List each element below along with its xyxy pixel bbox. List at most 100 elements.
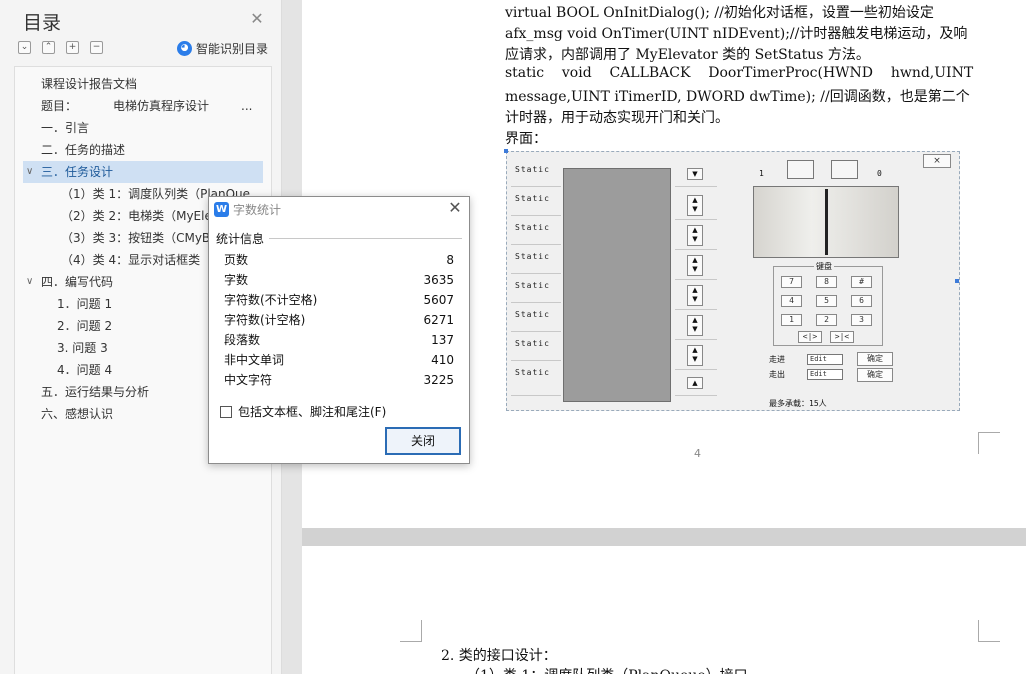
divider bbox=[511, 302, 561, 303]
divider bbox=[675, 279, 717, 280]
key-button: 1 bbox=[781, 314, 802, 326]
close-door-button: >|< bbox=[830, 331, 854, 343]
toc-item[interactable]: （3）类 3：按钮类（CMyBu bbox=[61, 227, 209, 249]
doc-text-line: 界面： bbox=[505, 131, 547, 147]
collapse-all-icon[interactable]: ⌄ bbox=[18, 41, 31, 54]
include-textboxes-option[interactable]: 包括文本框、脚注和尾注(F) bbox=[220, 403, 386, 420]
key-button: 8 bbox=[816, 276, 837, 288]
close-icon[interactable]: ✕ bbox=[249, 11, 265, 27]
expand-icon[interactable]: ⌃ bbox=[42, 41, 55, 54]
divider bbox=[675, 249, 717, 250]
key-button: 3 bbox=[851, 314, 872, 326]
stat-value: 5607 bbox=[423, 293, 454, 307]
resize-handle[interactable] bbox=[955, 279, 959, 283]
stat-value: 410 bbox=[431, 353, 454, 367]
stat-label: 字符数(不计空格) bbox=[224, 293, 318, 307]
close-icon[interactable]: ✕ bbox=[447, 199, 463, 217]
toc-item[interactable]: 3. 问题 3 bbox=[57, 337, 108, 359]
smart-toc-label: 智能识别目录 bbox=[196, 42, 269, 56]
close-button[interactable]: 关闭 bbox=[385, 427, 461, 455]
stat-label: 字符数(计空格) bbox=[224, 313, 306, 327]
divider bbox=[511, 215, 561, 216]
elevator-shaft bbox=[563, 168, 671, 402]
toc-item-label: 六、感想认识 bbox=[41, 407, 114, 421]
toc-item[interactable]: 五．运行结果与分析 bbox=[41, 381, 149, 403]
toc-item-extra: 电梯仿真程序设计 bbox=[113, 99, 210, 113]
checkbox-label: 包括文本框、脚注和尾注(F) bbox=[238, 405, 387, 419]
divider bbox=[675, 395, 717, 396]
toc-title: 目录 bbox=[23, 12, 62, 34]
toc-item-label: 4．问题 4 bbox=[57, 363, 113, 377]
smart-recognize-icon: ◕ bbox=[177, 41, 192, 56]
down-arrow-icon: ▼ bbox=[687, 168, 703, 180]
divider bbox=[511, 360, 561, 361]
toc-item[interactable]: 题目： 电梯仿真程序设计 ... bbox=[41, 95, 271, 117]
close-icon: × bbox=[923, 154, 951, 168]
toc-item[interactable]: 1．问题 1 bbox=[57, 293, 112, 315]
up-down-arrow-icon: ▲ ▼ bbox=[687, 285, 703, 306]
open-door-button: <|> bbox=[798, 331, 822, 343]
toc-item[interactable]: （2）类 2：电梯类（MyElev bbox=[61, 205, 209, 227]
more-icon[interactable]: ... bbox=[241, 95, 252, 117]
divider bbox=[511, 186, 561, 187]
up-down-arrow-icon: ▲ ▼ bbox=[687, 315, 703, 336]
static-label: Static bbox=[515, 339, 550, 348]
divider bbox=[675, 219, 717, 220]
toc-item-label: 题目： bbox=[41, 99, 78, 113]
divider bbox=[511, 395, 561, 396]
up-down-arrow-icon: ▲ ▼ bbox=[687, 255, 703, 276]
toc-item[interactable]: 二．任务的描述 bbox=[41, 139, 125, 161]
smart-toc-button[interactable]: ◕ 智能识别目录 bbox=[177, 40, 268, 57]
toc-item-label: （4）类 4：显示对话框类（C bbox=[61, 253, 209, 267]
resize-handle[interactable] bbox=[504, 149, 508, 153]
add-heading-icon[interactable]: + bbox=[66, 41, 79, 54]
stat-row: 字数 3635 bbox=[224, 270, 454, 290]
up-down-arrow-icon: ▲ ▼ bbox=[687, 345, 703, 366]
remove-heading-icon[interactable]: − bbox=[90, 41, 103, 54]
divider bbox=[511, 331, 561, 332]
toc-item-selected[interactable]: ∨ 三．任务设计 bbox=[23, 161, 263, 183]
confirm-button: 确定 bbox=[857, 368, 893, 382]
stat-value: 8 bbox=[446, 253, 454, 267]
toc-item[interactable]: 课程设计报告文档 bbox=[41, 73, 137, 95]
elevator-door bbox=[753, 186, 899, 258]
static-label: Static bbox=[515, 368, 550, 377]
toc-item[interactable]: 4．问题 4 bbox=[57, 359, 112, 381]
static-label: Static bbox=[515, 252, 550, 261]
doc-text-line: 计时器，用于动态实现开门和关门。 bbox=[505, 110, 729, 126]
toc-item[interactable]: 一．引言 bbox=[41, 117, 89, 139]
page-separator bbox=[302, 528, 1026, 546]
toc-item-label: 五．运行结果与分析 bbox=[41, 385, 150, 399]
doc-text-line: message,UINT iTimerID, DWORD dwTime); //… bbox=[505, 89, 970, 105]
toc-item[interactable]: 2．问题 2 bbox=[57, 315, 112, 337]
toc-item[interactable]: 六、感想认识 bbox=[41, 403, 113, 425]
stats-group-label: 统计信息 bbox=[216, 232, 265, 246]
toc-item-label: （3）类 3：按钮类（CMyBu bbox=[61, 231, 209, 245]
capacity-label: 最多承载：15人 bbox=[769, 399, 827, 408]
key-button: 4 bbox=[781, 295, 802, 307]
walk-in-label: 走进 bbox=[769, 355, 785, 364]
static-label: Static bbox=[515, 165, 550, 174]
stat-row: 段落数 137 bbox=[224, 330, 454, 350]
divider bbox=[675, 309, 717, 310]
static-label: Static bbox=[515, 310, 550, 319]
stat-value: 137 bbox=[431, 333, 454, 347]
chevron-down-icon[interactable]: ∨ bbox=[26, 161, 36, 183]
stat-label: 段落数 bbox=[224, 333, 261, 347]
stat-row: 字符数(计空格) 6271 bbox=[224, 310, 454, 330]
toc-item-label: 1．问题 1 bbox=[57, 297, 113, 311]
chevron-down-icon[interactable]: ∨ bbox=[26, 271, 36, 293]
key-button: 7 bbox=[781, 276, 802, 288]
toc-item[interactable]: （4）类 4：显示对话框类（C bbox=[61, 249, 209, 271]
embedded-screenshot[interactable]: Static Static Static Static Static Stati… bbox=[504, 149, 960, 411]
static-label: Static bbox=[515, 223, 550, 232]
stat-label: 非中文单词 bbox=[224, 353, 285, 367]
toc-item[interactable]: ∨ 四．编写代码 bbox=[23, 271, 113, 293]
static-label: Static bbox=[515, 281, 550, 290]
include-textboxes-checkbox[interactable] bbox=[220, 405, 232, 418]
doc-text-line: static void CALLBACK DoorTimerProc(HWND … bbox=[505, 65, 974, 81]
toc-item-label: 三．任务设计 bbox=[41, 165, 114, 179]
wps-logo-icon: W bbox=[214, 202, 229, 217]
up-arrow-icon: ▲ bbox=[687, 377, 703, 389]
toc-item-label: 3. 问题 3 bbox=[57, 341, 108, 355]
